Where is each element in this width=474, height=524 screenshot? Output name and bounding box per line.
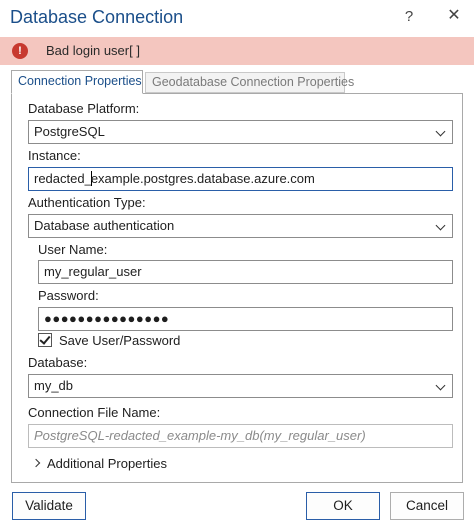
error-banner: ! Bad login user[ ] [0, 37, 474, 65]
instance-text-after-caret: example.postgres.database.azure.com [90, 171, 315, 186]
help-button[interactable]: ? [398, 6, 420, 28]
auth-type-value: Database authentication [34, 218, 175, 233]
instance-text-before-caret: redacted_ [34, 171, 92, 186]
database-label: Database: [28, 355, 88, 370]
platform-dropdown[interactable]: PostgreSQL [28, 120, 453, 144]
error-icon: ! [12, 43, 28, 59]
platform-label: Database Platform: [28, 101, 140, 116]
password-input[interactable]: ●●●●●●●●●●●●●●● [38, 307, 453, 331]
chevron-down-icon [435, 220, 446, 231]
save-credentials-checkbox[interactable] [38, 333, 52, 347]
cancel-button[interactable]: Cancel [390, 492, 464, 520]
connection-file-input[interactable]: PostgreSQL-redacted_example-my_db(my_reg… [28, 424, 453, 448]
error-message: Bad login user[ ] [46, 43, 140, 58]
username-label: User Name: [38, 242, 108, 257]
close-button[interactable]: ✕ [442, 4, 466, 28]
dialog-title: Database Connection [10, 7, 184, 27]
ok-button[interactable]: OK [306, 492, 380, 520]
additional-properties-toggle[interactable]: Additional Properties [47, 456, 167, 471]
tab-strip: Connection Properties Geodatabase Connec… [11, 70, 463, 94]
chevron-down-icon [435, 126, 446, 137]
database-dropdown[interactable]: my_db [28, 374, 453, 398]
database-value: my_db [34, 378, 74, 393]
tab-connection-properties[interactable]: Connection Properties [11, 70, 143, 94]
validate-button[interactable]: Validate [12, 492, 86, 520]
auth-type-dropdown[interactable]: Database authentication [28, 214, 453, 238]
auth-type-label: Authentication Type: [28, 195, 146, 210]
platform-value: PostgreSQL [34, 124, 105, 139]
username-input[interactable]: my_regular_user [38, 260, 453, 284]
instance-label: Instance: [28, 148, 81, 163]
connection-file-label: Connection File Name: [28, 405, 161, 420]
save-credentials-label: Save User/Password [59, 333, 181, 348]
chevron-down-icon [435, 380, 446, 391]
title-bar: Database Connection ? ✕ [0, 0, 474, 36]
password-mask: ●●●●●●●●●●●●●●● [44, 311, 170, 326]
password-label: Password: [38, 288, 99, 303]
tab-geodatabase-connection-properties[interactable]: Geodatabase Connection Properties [145, 72, 354, 93]
instance-input[interactable]: redacted_example.postgres.database.azure… [28, 167, 453, 191]
